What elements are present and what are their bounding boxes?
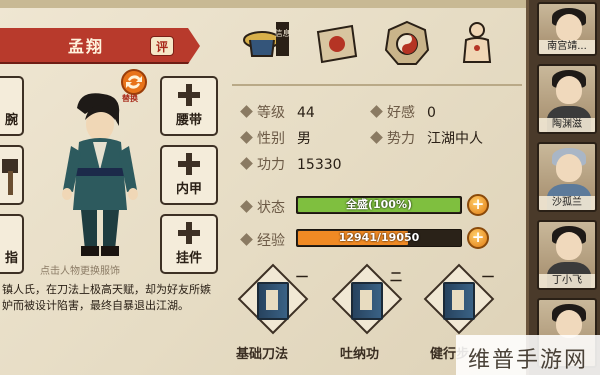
roster-name: 陶渊滋	[539, 118, 595, 132]
diamond-icon	[240, 233, 253, 246]
slot-label: 指	[4, 251, 18, 266]
exp-bar: 12941/19050	[296, 229, 462, 247]
portrait-face	[556, 154, 582, 182]
roster-portrait[interactable]: 南宫靖...	[537, 2, 597, 56]
status-bar: 全盛(100%)	[296, 196, 462, 214]
companion-roster: 南宫靖... 陶渊滋 沙孤兰 丁小飞	[526, 0, 600, 375]
portrait-face	[556, 232, 582, 260]
top-border	[0, 0, 526, 8]
eval-button[interactable]: 评	[150, 36, 174, 56]
diamond-icon	[240, 131, 253, 144]
stat-label: 等级	[257, 105, 285, 121]
stat-value: 江湖中人	[427, 131, 483, 147]
equip-slot-belt[interactable]: 腰带	[160, 76, 218, 136]
character-bio: 镇人氏，在刀法上极高天赋，却为好友所嫉妒而被设计陷害，最终自暴退出江湖。	[2, 283, 211, 312]
portrait-face	[556, 310, 582, 338]
stat-favor: 好感 0	[370, 102, 436, 122]
meridian-icon[interactable]	[452, 18, 502, 68]
slot-label: 内甲	[175, 182, 202, 197]
skill-slot-1[interactable]: 一	[237, 263, 309, 350]
scroll-icon[interactable]	[312, 18, 362, 68]
status-plus-button[interactable]: +	[467, 194, 489, 216]
diamond-icon	[370, 131, 383, 144]
diamond-icon	[240, 105, 253, 118]
stat-value: 男	[297, 131, 311, 147]
equip-slot-ring[interactable]: 指	[0, 214, 24, 274]
roster-name: 沙孤兰	[539, 196, 595, 210]
watermark: 维普手游网	[468, 348, 589, 373]
status-bar-text: 全盛(100%)	[345, 198, 413, 211]
add-icon	[178, 84, 200, 106]
slot-label: 腰带	[175, 113, 202, 128]
diamond-icon	[370, 105, 383, 118]
bagua-icon[interactable]	[382, 18, 432, 68]
tab-info[interactable]: 信息	[240, 18, 290, 68]
slot-label: 挂件	[175, 251, 202, 266]
skill-slot-2[interactable]: 二	[331, 263, 403, 350]
stat-label: 功力	[257, 157, 285, 173]
stat-label: 势力	[387, 131, 415, 147]
swap-outfit-icon[interactable]	[120, 68, 148, 96]
stat-value: 44	[297, 105, 315, 121]
character-panel: 孟翔 评 腕 指 替换 点击人物更换服饰 镇人氏，在刀法上极高天赋，却为好友所嫉…	[0, 0, 600, 375]
roster-portrait[interactable]: 沙孤兰	[537, 142, 597, 212]
outfit-hint: 点击人物更换服饰	[40, 266, 120, 277]
swap-label: 替换	[122, 94, 138, 103]
stat-value: 0	[427, 105, 436, 121]
stat-value: 15330	[297, 157, 342, 173]
exp-plus-button[interactable]: +	[467, 227, 489, 249]
skill-book-icon	[257, 282, 289, 320]
stat-gender: 性别男	[240, 128, 311, 148]
stat-power: 功力 15330	[240, 154, 342, 174]
roster-portrait[interactable]: 陶渊滋	[537, 64, 597, 134]
add-icon	[178, 153, 200, 175]
equip-slot-armor[interactable]: 内甲	[160, 145, 218, 205]
roster-name: 南宫靖...	[539, 40, 595, 54]
character-figure[interactable]	[55, 90, 145, 260]
stat-faction: 势力 江湖中人	[370, 128, 483, 148]
stat-label: 好感	[387, 105, 415, 121]
status-row: 状态	[240, 197, 297, 217]
skill-name-2: 吐纳功	[340, 347, 380, 362]
exp-bar-text: 12941/19050	[338, 231, 420, 244]
skill-name-1: 基础刀法	[236, 347, 289, 362]
tab-info-label: 信息	[275, 28, 291, 38]
skill-level: 一	[482, 270, 495, 284]
skill-book-icon	[351, 282, 383, 320]
skill-book-icon	[443, 282, 475, 320]
portrait-face	[556, 14, 582, 42]
divider	[232, 84, 522, 86]
exp-row: 经验	[240, 230, 297, 250]
skill-level: 一	[296, 270, 309, 284]
roster-portrait[interactable]: 丁小飞	[537, 220, 597, 290]
character-name: 孟翔	[68, 37, 105, 56]
stat-label: 状态	[257, 200, 285, 216]
equip-slot-pendant[interactable]: 挂件	[160, 214, 218, 274]
hammer-icon	[2, 159, 18, 195]
equip-slot-weapon[interactable]	[0, 145, 24, 205]
stat-label: 经验	[257, 233, 285, 249]
add-icon	[178, 222, 200, 244]
roster-name: 丁小飞	[539, 274, 595, 288]
equip-slot-wrist[interactable]: 腕	[0, 76, 24, 136]
stat-label: 性别	[257, 131, 285, 147]
diamond-icon	[240, 200, 253, 213]
diamond-icon	[240, 157, 253, 170]
skill-level: 二	[390, 270, 403, 284]
slot-label: 腕	[4, 113, 18, 128]
portrait-face	[556, 76, 582, 104]
stat-level: 等级 44	[240, 102, 315, 122]
